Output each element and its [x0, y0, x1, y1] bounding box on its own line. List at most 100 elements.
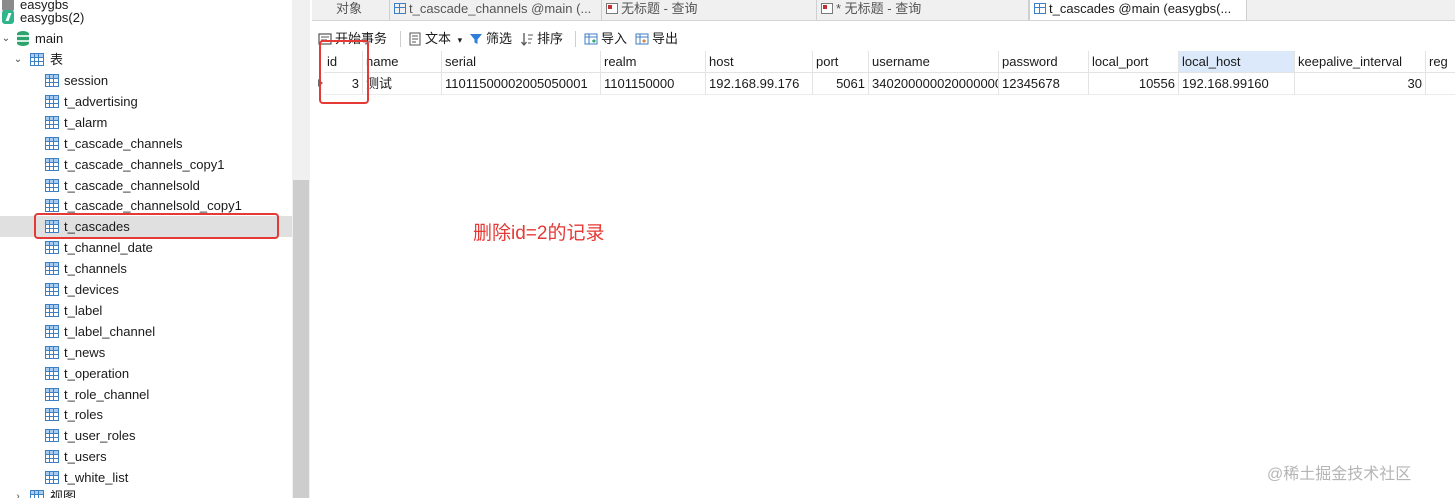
- table-name-label: t_role_channel: [64, 386, 150, 402]
- tables-group-label: 表: [50, 52, 64, 67]
- table-cell[interactable]: [1426, 73, 1455, 95]
- tab-objects[interactable]: 对象: [312, 0, 390, 20]
- table-cell[interactable]: 5061: [813, 73, 869, 95]
- table-name-label: session: [64, 73, 109, 88]
- nav-table-item[interactable]: t_channels: [0, 258, 292, 279]
- table-icon: [45, 241, 59, 255]
- table-cell[interactable]: 1101150000: [601, 73, 706, 95]
- export-icon: [635, 31, 649, 45]
- chevron-right-icon[interactable]: ›: [12, 486, 24, 498]
- table-icon: [45, 283, 59, 296]
- column-header[interactable]: local_host: [1179, 51, 1295, 73]
- nav-table-item[interactable]: t_advertising: [0, 91, 292, 112]
- table-cell[interactable]: 12345678: [999, 73, 1089, 95]
- nav-table-item[interactable]: t_channel_date: [0, 237, 292, 258]
- chevron-down-icon[interactable]: ⌄: [12, 49, 24, 70]
- nav-table-item[interactable]: t_white_list: [0, 467, 292, 488]
- column-header[interactable]: password: [999, 51, 1089, 73]
- tab-label: t_cascades @main (easygbs(...: [1049, 1, 1232, 16]
- table-cell[interactable]: 192.168.99.176: [706, 73, 813, 95]
- nav-table-item[interactable]: t_users: [0, 446, 292, 467]
- nav-database[interactable]: ⌄ main: [0, 28, 292, 49]
- table-name-label: t_operation: [64, 365, 130, 381]
- table-icon: [45, 345, 59, 359]
- tables-group-icon: [30, 53, 44, 66]
- text-icon: [408, 31, 422, 46]
- column-header[interactable]: reg: [1426, 51, 1455, 73]
- table-icon: [394, 3, 406, 14]
- table-icon: [45, 324, 59, 338]
- column-header[interactable]: username: [869, 51, 999, 73]
- filter-button[interactable]: 筛选: [469, 28, 512, 50]
- table-icon: [45, 387, 59, 401]
- tab-t-cascades[interactable]: t_cascades @main (easygbs(...: [1029, 0, 1247, 20]
- column-header[interactable]: host: [706, 51, 813, 73]
- column-header[interactable]: keepalive_interval: [1295, 51, 1426, 73]
- connection-icon: [2, 10, 14, 24]
- tab-untitled-query-1[interactable]: 无标题 - 查询: [602, 0, 817, 20]
- nav-table-item[interactable]: t_cascade_channels: [0, 133, 292, 154]
- sort-button[interactable]: 排序: [520, 28, 563, 50]
- import-button[interactable]: 导入: [584, 28, 627, 50]
- table-icon: [45, 74, 59, 87]
- sort-icon: [520, 31, 534, 47]
- table-name-label: t_cascade_channels_copy1: [64, 156, 225, 172]
- text-button[interactable]: 文本 ▾: [408, 28, 462, 50]
- table-name-label: t_alarm: [64, 114, 108, 130]
- table-cell[interactable]: 192.168.99160: [1179, 73, 1295, 95]
- column-header[interactable]: port: [813, 51, 869, 73]
- table-cell[interactable]: 30: [1295, 73, 1426, 95]
- filter-label: 筛选: [486, 31, 513, 46]
- table-icon: [45, 199, 59, 213]
- nav-table-item[interactable]: session: [0, 70, 292, 91]
- table-name-label: t_cascade_channelsold: [64, 177, 200, 193]
- tab-bar: 对象 t_cascade_channels @main (... 无标题 - 查…: [312, 0, 1455, 21]
- import-icon: [584, 31, 598, 45]
- filter-icon: [469, 31, 483, 45]
- nav-table-item[interactable]: t_roles: [0, 404, 292, 425]
- table-icon: [45, 303, 59, 317]
- table-name-label: t_devices: [64, 282, 119, 297]
- table-cell[interactable]: 340200000020000000: [869, 73, 999, 95]
- table-name-label: t_label: [64, 302, 103, 318]
- nav-table-item[interactable]: t_cascade_channelsold: [0, 175, 292, 196]
- tab-label: * 无标题 - 查询: [836, 1, 922, 16]
- nav-table-item[interactable]: t_operation: [0, 363, 292, 384]
- table-name-label: t_label_channel: [64, 323, 156, 339]
- column-header[interactable]: name: [363, 51, 442, 73]
- nav-table-item[interactable]: t_role_channel: [0, 384, 292, 405]
- table-icon: [45, 178, 59, 192]
- nav-table-item[interactable]: t_devices: [0, 279, 292, 300]
- table-name-label: t_cascade_channels: [64, 135, 183, 151]
- chevron-down-icon[interactable]: ⌄: [0, 28, 12, 49]
- table-cell[interactable]: 测试: [363, 73, 442, 95]
- nav-table-item[interactable]: t_news: [0, 342, 292, 363]
- tab-untitled-query-2[interactable]: * 无标题 - 查询: [817, 0, 1029, 20]
- column-header[interactable]: local_port: [1089, 51, 1179, 73]
- dropdown-arrow-icon[interactable]: ▾: [458, 35, 463, 45]
- table-cell[interactable]: 10556: [1089, 73, 1179, 95]
- table-name-label: t_channels: [64, 261, 127, 277]
- column-header[interactable]: realm: [601, 51, 706, 73]
- nav-table-item[interactable]: t_cascade_channels_copy1: [0, 154, 292, 175]
- tab-cascade-channels[interactable]: t_cascade_channels @main (...: [390, 0, 602, 20]
- watermark: @稀土掘金技术社区: [1267, 466, 1412, 483]
- nav-tables-group[interactable]: ⌄ 表: [0, 49, 292, 70]
- column-header[interactable]: serial: [442, 51, 601, 73]
- export-button[interactable]: 导出: [635, 28, 678, 50]
- tab-label: 无标题 - 查询: [621, 1, 698, 16]
- table-name-label: t_advertising: [64, 93, 138, 109]
- navigator-scrollbar-thumb[interactable]: [293, 180, 309, 498]
- nav-connection[interactable]: easygbs(2): [0, 7, 292, 28]
- nav-views-group[interactable]: › 视图: [0, 486, 292, 498]
- toolbar-divider: [575, 31, 576, 47]
- table-icon: [45, 136, 59, 150]
- table-icon: [45, 366, 59, 380]
- nav-table-item[interactable]: t_label_channel: [0, 321, 292, 342]
- nav-table-item[interactable]: t_alarm: [0, 112, 292, 133]
- nav-table-item[interactable]: t_user_roles: [0, 425, 292, 446]
- nav-table-item[interactable]: t_label: [0, 300, 292, 321]
- table-icon: [45, 115, 59, 129]
- tab-label: 对象: [336, 1, 363, 16]
- table-cell[interactable]: 11011500002005050001: [442, 73, 601, 95]
